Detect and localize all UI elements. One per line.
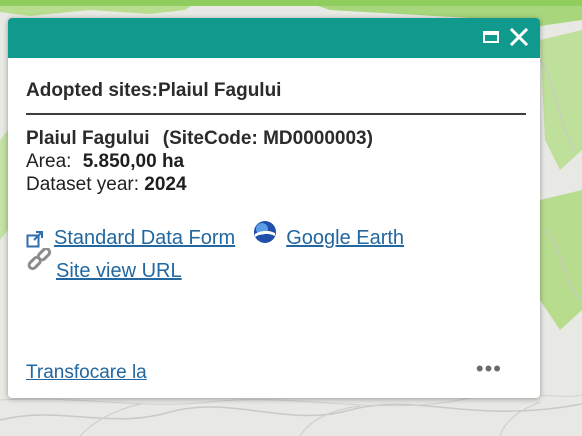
site-code: (SiteCode: MD0000003): [162, 128, 373, 149]
zoom-to-link[interactable]: Transfocare la: [26, 362, 147, 384]
popup-title: Adopted sites:Plaiul Fagului: [26, 58, 526, 115]
maximize-button[interactable]: [478, 24, 504, 50]
dataset-year-value: 2024: [144, 174, 187, 195]
area-line: Area: 5.850,00 ha: [26, 150, 526, 173]
popup-footer: Transfocare la •••: [26, 358, 502, 384]
site-attributes: Plaiul Fagului (SiteCode: MD0000003) Are…: [26, 127, 526, 196]
site-view-url-link[interactable]: Site view URL: [56, 255, 182, 288]
close-icon: [510, 28, 528, 46]
popup-links: Standard Data Form Google Earth Site vie…: [26, 220, 526, 288]
dataset-year-line: Dataset year: 2024: [26, 173, 526, 196]
popup-header: [8, 18, 540, 58]
google-earth-icon[interactable]: [253, 220, 277, 244]
google-earth-link[interactable]: Google Earth: [286, 222, 404, 255]
dataset-year-label: Dataset year:: [26, 174, 139, 195]
links-row-2: Site view URL: [26, 246, 526, 288]
feature-popup: Adopted sites:Plaiul Fagului Plaiul Fagu…: [8, 18, 540, 398]
more-actions-button[interactable]: •••: [476, 358, 502, 380]
site-name: Plaiul Fagului: [26, 128, 150, 149]
standard-data-form-link[interactable]: Standard Data Form: [54, 222, 235, 255]
area-value: 5.850,00 ha: [82, 151, 185, 172]
area-label: Area:: [26, 151, 72, 172]
external-link-icon[interactable]: [26, 226, 44, 247]
link-chain-icon: [26, 246, 56, 272]
site-name-line: Plaiul Fagului (SiteCode: MD0000003): [26, 127, 526, 150]
links-row-1: Standard Data Form Google Earth: [26, 220, 526, 255]
maximize-icon: [483, 31, 499, 43]
close-button[interactable]: [506, 24, 532, 50]
popup-body: Adopted sites:Plaiul Fagului Plaiul Fagu…: [8, 58, 540, 288]
